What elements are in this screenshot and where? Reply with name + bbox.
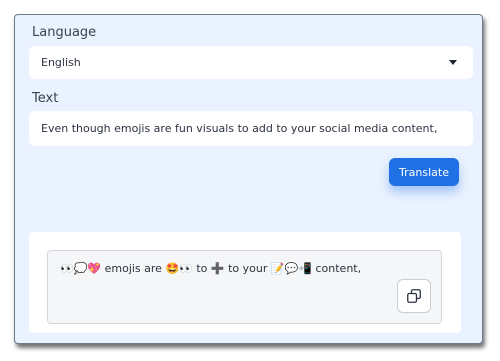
copy-icon [407,289,421,303]
text-input-value: Even though emojis are fun visuals to ad… [41,122,438,135]
emoji-translator-panel: Language English Text Even though emojis… [14,14,483,344]
output-emoji: 💬 [284,262,299,275]
output-text-segment: content, [312,262,362,275]
output-text-segment: to [192,262,211,275]
output-emoji: 💖 [87,262,102,275]
output-emoji: 👀 [179,262,193,275]
language-select[interactable]: English [29,46,473,79]
output-emoji: ➕ [210,262,225,275]
text-input[interactable]: Even though emojis are fun visuals to ad… [29,111,473,146]
copy-button[interactable] [397,279,431,313]
output-emoji: 👀 [60,262,74,275]
output-emoji: 📲 [298,262,312,275]
language-selected-value: English [41,56,81,69]
output-panel: 👀💭💖 emojis are 🤩👀 to ➕ to your 📝💬📲 conte… [29,232,461,333]
output-emoji: 💭 [73,262,88,275]
output-box: 👀💭💖 emojis are 🤩👀 to ➕ to your 📝💬📲 conte… [47,250,442,324]
chevron-down-icon [449,60,457,65]
output-text-segment: to your [224,262,271,275]
output-text-segment: emojis are [101,262,166,275]
output-emoji: 📝 [270,262,285,275]
output-text: 👀💭💖 emojis are 🤩👀 to ➕ to your 📝💬📲 conte… [60,262,361,275]
translate-button[interactable]: Translate [389,158,459,186]
language-label: Language [32,25,97,40]
text-label: Text [32,91,59,106]
output-emoji: 🤩 [165,262,180,275]
